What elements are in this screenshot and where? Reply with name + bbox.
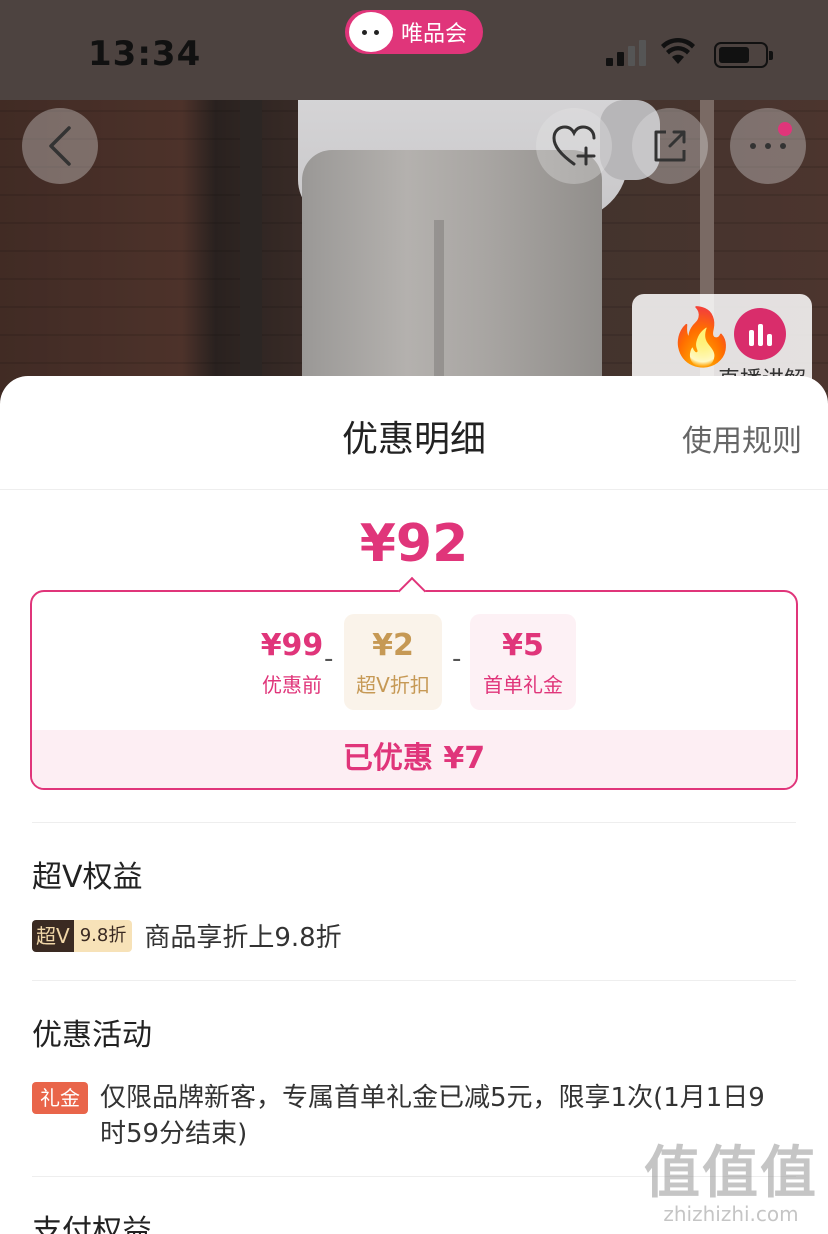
final-price: ¥92 xyxy=(359,514,469,574)
live-audio-icon[interactable] xyxy=(734,308,786,360)
watermark: 值值值 zhizhizhi.com xyxy=(644,1141,818,1227)
gift-badge: 礼金 xyxy=(32,1082,88,1114)
first-order-gift-item: ¥5 首单礼金 xyxy=(470,614,576,710)
vip-discount-item: ¥2 超V折扣 xyxy=(344,614,442,710)
promo-section: 优惠活动 礼金 仅限品牌新客，专属首单礼金已减5元，限享1次(1月1日9时59分… xyxy=(32,1010,796,1152)
wifi-icon xyxy=(660,36,696,71)
notification-dot xyxy=(778,122,792,136)
usage-rules-link[interactable]: 使用规则 xyxy=(682,416,802,460)
more-dots-icon xyxy=(750,143,786,149)
status-time: 13:34 xyxy=(88,34,202,74)
share-icon xyxy=(654,130,686,162)
vip-badge-left: 超V xyxy=(32,920,74,952)
minus-sign: - xyxy=(324,644,334,674)
heart-plus-icon xyxy=(552,125,596,166)
watermark-logo: 值值值 xyxy=(644,1141,818,1206)
status-bar: 13:34 唯品会 xyxy=(0,0,828,100)
vip-benefit-text: 商品享折上9.8折 xyxy=(144,923,342,953)
back-button[interactable] xyxy=(22,108,98,184)
minus-sign: - xyxy=(452,644,462,674)
first-order-gift-amount: ¥5 xyxy=(502,628,544,663)
favorite-button[interactable] xyxy=(536,108,612,184)
more-button[interactable] xyxy=(730,108,806,184)
total-saved: 已优惠 ¥7 xyxy=(32,730,796,788)
sheet-header: 优惠明细 使用规则 xyxy=(0,376,828,490)
battery-icon xyxy=(714,42,773,68)
price-breakdown: ¥99 优惠前 - ¥2 超V折扣 - ¥5 首单礼金 已优惠 ¥7 xyxy=(30,590,798,790)
chevron-left-icon xyxy=(49,126,71,166)
vip-discount-amount: ¥2 xyxy=(372,628,414,663)
cellular-signal-icon xyxy=(606,40,646,66)
flame-icon: 🔥 xyxy=(667,305,737,370)
app-badge-label: 唯品会 xyxy=(401,22,468,47)
vip-benefit-section: 超V权益 超V 9.8折 商品享折上9.8折 xyxy=(32,852,796,956)
section-divider xyxy=(32,822,796,823)
section-divider xyxy=(32,980,796,981)
app-badge[interactable]: 唯品会 xyxy=(345,10,483,54)
vip-discount-badge: 超V 9.8折 xyxy=(32,920,133,952)
discount-detail-sheet: 优惠明细 使用规则 ¥92 ¥99 优惠前 - ¥2 超V折扣 - ¥5 首单礼… xyxy=(0,376,828,1234)
vip-benefit-row: 超V 9.8折 商品享折上9.8折 xyxy=(32,920,796,956)
vip-discount-label: 超V折扣 xyxy=(356,673,430,697)
watermark-url: zhizhizhi.com xyxy=(663,1202,799,1226)
share-button[interactable] xyxy=(632,108,708,184)
first-order-gift-label: 首单礼金 xyxy=(483,673,563,697)
rabbit-logo-icon xyxy=(349,12,393,52)
vip-section-title: 超V权益 xyxy=(32,860,143,895)
background-pole xyxy=(240,100,262,420)
vip-badge-right: 9.8折 xyxy=(73,920,133,952)
promo-section-title: 优惠活动 xyxy=(32,1018,152,1053)
